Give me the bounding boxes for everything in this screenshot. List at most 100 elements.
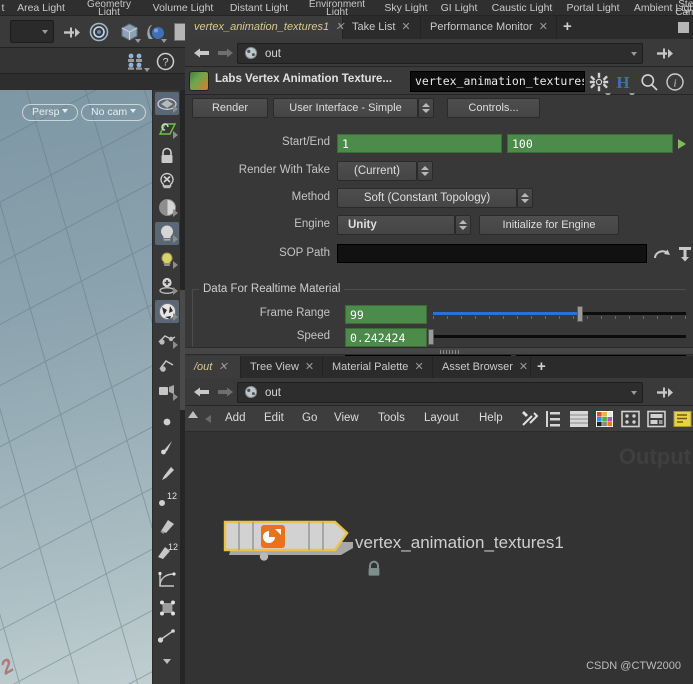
shelf-item-distant-light[interactable]: Distant Light: [222, 0, 296, 15]
path-dropdown-caret[interactable]: [631, 52, 637, 56]
operator-name-field[interactable]: vertex_animation_textures1: [410, 71, 585, 92]
render-button[interactable]: Render: [192, 98, 268, 118]
shelf-item-environment-light[interactable]: Environment Light: [296, 0, 378, 15]
point-12-icon[interactable]: 12: [155, 488, 179, 511]
network-scroll-up-icon[interactable]: [188, 411, 198, 418]
snapshot-icon[interactable]: [647, 410, 666, 428]
view-mode-dropdown[interactable]: [10, 20, 54, 43]
sop-path-reload-icon[interactable]: [653, 246, 671, 265]
network-back-arrow-icon[interactable]: [193, 385, 210, 399]
initialize-for-engine-button[interactable]: Initialize for Engine: [479, 215, 619, 235]
parameter-path-field[interactable]: out: [237, 43, 643, 64]
paint-12-icon[interactable]: 12: [155, 540, 179, 563]
tab-out[interactable]: /out ✕: [185, 356, 241, 379]
3d-viewport[interactable]: Persp No cam 2: [0, 90, 152, 684]
tab-add-button[interactable]: +: [563, 16, 572, 39]
environment-icon[interactable]: [155, 300, 179, 323]
render-with-take-menu[interactable]: (Current): [337, 161, 417, 181]
geometry-cube-icon[interactable]: [118, 21, 141, 43]
shelf-item-stereo-camera[interactable]: Stereo Camera: [654, 0, 693, 15]
menu-layout[interactable]: Layout: [424, 412, 459, 424]
method-spinner[interactable]: [517, 188, 533, 208]
select-tool-icon[interactable]: [155, 92, 179, 115]
info-icon[interactable]: i: [665, 72, 685, 95]
sop-path-picker-icon[interactable]: [677, 246, 693, 265]
render-with-take-spinner[interactable]: [417, 161, 433, 181]
viewport-persp-button[interactable]: Persp: [22, 104, 79, 121]
eyedropper-icon[interactable]: [155, 462, 179, 485]
layers-icon[interactable]: [569, 410, 588, 428]
pin-parameter-icon[interactable]: [655, 46, 675, 64]
shelf-item-0[interactable]: t: [0, 0, 10, 15]
add-light-icon[interactable]: [155, 274, 179, 297]
search-icon[interactable]: [639, 72, 659, 95]
list-icon[interactable]: [545, 410, 564, 428]
light-yellow-icon[interactable]: [155, 248, 179, 271]
shelf-item-volume-light[interactable]: Volume Light: [146, 0, 220, 15]
back-arrow-icon[interactable]: [193, 46, 210, 60]
viewport-camera-button[interactable]: No cam: [81, 104, 147, 121]
gear-icon[interactable]: [589, 72, 611, 97]
sop-path-field[interactable]: [337, 244, 647, 263]
shelf-item-caustic-light[interactable]: Caustic Light: [484, 0, 560, 15]
handle-tool-icon[interactable]: [155, 118, 179, 141]
help-icon[interactable]: ?: [155, 51, 175, 71]
material-sphere-icon[interactable]: [144, 21, 167, 43]
end-field[interactable]: 100: [507, 134, 673, 153]
color-palette-icon[interactable]: [595, 410, 614, 428]
frame-range-slider-handle[interactable]: [577, 306, 583, 322]
menu-edit[interactable]: Edit: [264, 412, 284, 424]
node-vertex-animation-textures1[interactable]: [223, 520, 353, 562]
network-path-dropdown-caret[interactable]: [631, 391, 637, 395]
network-pin-icon[interactable]: [655, 385, 675, 403]
notes-icon[interactable]: [673, 410, 692, 428]
ntab-close-0[interactable]: ✕: [218, 361, 227, 373]
ntab-close-2[interactable]: ✕: [414, 361, 423, 373]
node-lock-icon[interactable]: [366, 560, 382, 580]
shelf-item-geometry-light[interactable]: Geometry Light: [74, 0, 144, 15]
tab-material-palette[interactable]: Material Palette ✕: [323, 356, 433, 379]
animate-start-end-icon[interactable]: [678, 139, 686, 149]
curve-icon[interactable]: [155, 568, 179, 591]
lock-icon[interactable]: [155, 144, 179, 167]
shelf-item-area-light[interactable]: Area Light: [10, 0, 72, 15]
method-menu[interactable]: Soft (Constant Topology): [337, 188, 517, 208]
speed-field[interactable]: 0.242424: [345, 328, 427, 347]
pin-icon[interactable]: [62, 24, 82, 40]
h-icon[interactable]: H: [613, 72, 635, 97]
network-path-field[interactable]: out: [237, 382, 643, 403]
controls-button[interactable]: Controls...: [447, 98, 540, 118]
engine-spinner[interactable]: [455, 215, 471, 235]
network-tab-add-button[interactable]: +: [537, 356, 546, 379]
ui-menu-spinner[interactable]: [418, 98, 434, 118]
network-forward-arrow-icon[interactable]: [215, 385, 233, 399]
light-on-icon[interactable]: [155, 222, 179, 245]
tab-performance-monitor[interactable]: Performance Monitor ✕: [421, 16, 557, 39]
ntab-close-1[interactable]: ✕: [305, 361, 314, 373]
forward-arrow-icon[interactable]: [215, 46, 233, 60]
network-canvas[interactable]: Output vertex_animation_textures1 CSDN @…: [185, 432, 693, 684]
menu-help[interactable]: Help: [479, 412, 503, 424]
pane-menu-square[interactable]: [678, 22, 689, 33]
engine-menu[interactable]: Unity: [337, 215, 455, 235]
frame-range-field[interactable]: 99: [345, 305, 427, 324]
menu-tools[interactable]: Tools: [378, 412, 405, 424]
shelf-item-gi-light[interactable]: GI Light: [434, 0, 484, 15]
transform-icon[interactable]: [155, 596, 179, 619]
camera-tool-icon[interactable]: [155, 328, 179, 351]
start-field[interactable]: 1: [337, 134, 502, 153]
tools-icon[interactable]: [521, 410, 540, 428]
group-list-icon[interactable]: [126, 52, 150, 72]
strip-more-icon[interactable]: [155, 650, 179, 673]
pane-splitter[interactable]: [185, 347, 693, 355]
tab-close-2[interactable]: ✕: [539, 21, 548, 33]
tab-vertex-animation-textures1[interactable]: vertex_animation_textures1 ✕: [185, 16, 344, 39]
shelf-item-sky-light[interactable]: Sky Light: [378, 0, 434, 15]
menu-go[interactable]: Go: [302, 412, 317, 424]
tab-tree-view[interactable]: Tree View ✕: [241, 356, 323, 379]
camera-tool2-icon[interactable]: [155, 354, 179, 377]
menu-view[interactable]: View: [334, 412, 359, 424]
tab-close-1[interactable]: ✕: [401, 21, 410, 33]
tab-asset-browser[interactable]: Asset Browser ✕: [433, 356, 531, 379]
ntab-close-3[interactable]: ✕: [519, 361, 528, 373]
